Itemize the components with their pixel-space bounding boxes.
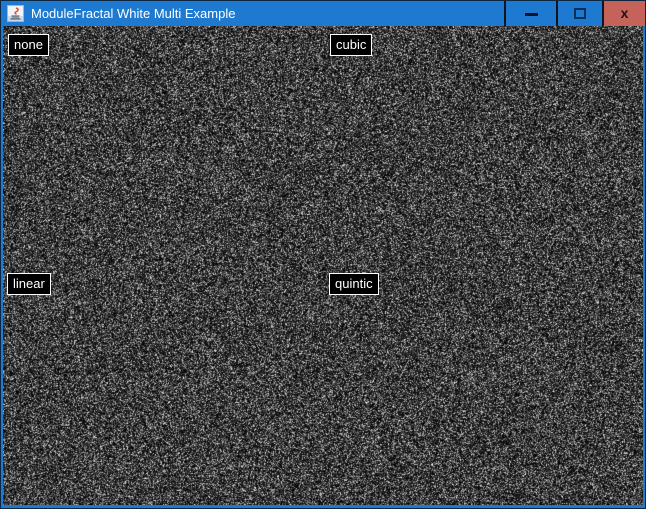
close-x-icon: x bbox=[621, 6, 629, 20]
minimize-button[interactable] bbox=[504, 1, 556, 26]
window-title: ModuleFractal White Multi Example bbox=[31, 1, 504, 26]
app-window: ModuleFractal White Multi Example x none… bbox=[0, 0, 646, 509]
titlebar[interactable]: ModuleFractal White Multi Example x bbox=[1, 1, 645, 26]
maximize-button[interactable] bbox=[556, 1, 602, 26]
java-coffee-cup-icon bbox=[7, 5, 24, 22]
window-controls: x bbox=[504, 1, 645, 26]
label-quintic: quintic bbox=[329, 273, 379, 295]
minimize-dash-icon bbox=[525, 13, 538, 16]
label-none: none bbox=[8, 34, 49, 56]
label-linear: linear bbox=[7, 273, 51, 295]
noise-viewport: none cubic linear quintic bbox=[3, 26, 643, 505]
label-cubic: cubic bbox=[330, 34, 372, 56]
close-button[interactable]: x bbox=[602, 1, 645, 26]
noise-canvas bbox=[3, 26, 643, 505]
maximize-square-icon bbox=[574, 8, 586, 19]
